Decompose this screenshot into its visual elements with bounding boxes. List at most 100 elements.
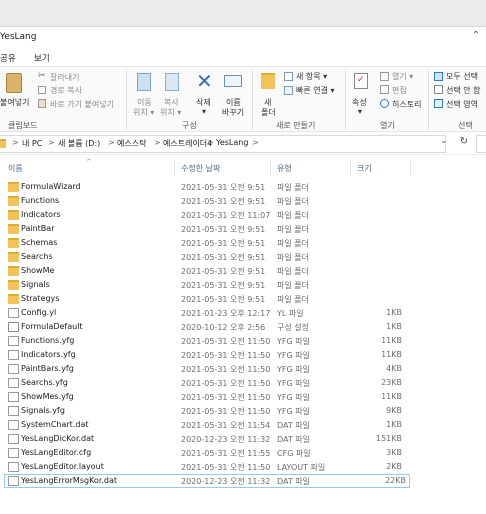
delete-dropdown[interactable]: ▾: [202, 107, 206, 116]
breadcrumb-separator: >: [12, 138, 19, 147]
new-item-button[interactable]: 새 항목 ▾: [296, 71, 327, 82]
paste-icon[interactable]: [6, 73, 22, 93]
column-divider[interactable]: [270, 161, 271, 175]
table-row[interactable]: YesLangDicKor.dat 2020-12-23 오전 11:32 DAT …: [0, 432, 410, 446]
refresh-icon[interactable]: ↻: [456, 136, 472, 152]
file-name: Strategys: [21, 294, 60, 303]
file-date: 2021-05-31 오전 9:51: [181, 225, 266, 234]
table-row[interactable]: PaintBars.yfg 2021-05-31 오전 11:50 YFG 파일 4K…: [0, 362, 410, 376]
table-row[interactable]: Strategys 2021-05-31 오전 9:51 파일 폴더: [0, 292, 410, 306]
new-folder-label-2[interactable]: 폴더: [261, 107, 276, 118]
column-name[interactable]: 이름: [8, 163, 23, 174]
menu-view[interactable]: 보기: [34, 52, 50, 64]
edit-button[interactable]: 편집: [392, 85, 407, 96]
edit-icon[interactable]: [380, 85, 389, 94]
select-all-icon[interactable]: [434, 72, 443, 81]
table-row[interactable]: YesLangEditor.cfg 2021-05-31 오전 11:55 CFG …: [0, 446, 410, 460]
select-none-button[interactable]: 선택 안 함: [446, 85, 481, 96]
rename-label-2[interactable]: 바꾸기: [222, 107, 244, 118]
table-row[interactable]: Functions 2021-05-31 오전 9:51 파일 폴더: [0, 194, 410, 208]
select-all-button[interactable]: 모두 선택: [446, 71, 478, 82]
breadcrumb-yestrader4[interactable]: 예스트레이더4: [163, 138, 212, 149]
invert-selection-button[interactable]: 선택 영역: [446, 99, 478, 110]
breadcrumb-separator: >: [252, 138, 259, 147]
file-icon: [8, 378, 19, 388]
new-folder-icon[interactable]: [261, 73, 275, 89]
table-row[interactable]: ShowMes.yfg 2021-05-31 오전 11:50 YFG 파일 11KB: [0, 390, 410, 404]
cut-icon[interactable]: ✂: [38, 71, 46, 81]
cut-button[interactable]: 잘라내기: [50, 72, 79, 83]
file-name: Functions: [21, 196, 60, 205]
table-row[interactable]: YesLangEditor.layout 2021-05-31 오전 11:50 L…: [0, 460, 410, 474]
breadcrumb-separator: >: [48, 138, 55, 147]
table-row[interactable]: PaintBar 2021-05-31 오전 9:51 파일 폴더: [0, 222, 410, 236]
open-button[interactable]: 열기 ▾: [392, 71, 413, 82]
column-date[interactable]: 수정한 날짜: [181, 163, 220, 174]
copy-to-icon[interactable]: [165, 73, 179, 91]
properties-dropdown[interactable]: ▾: [358, 107, 362, 116]
file-name: YesLangDicKor.dat: [21, 434, 95, 443]
open-icon[interactable]: [380, 72, 389, 81]
file-name: FormulaDefault: [21, 322, 83, 331]
move-to-icon[interactable]: [137, 73, 151, 91]
address-bar[interactable]: > 내 PC > 새 볼륨 (D:) > 예스스탁 > 예스트레이더4 > Ye…: [0, 133, 486, 155]
column-size[interactable]: 크기: [357, 163, 372, 174]
column-type[interactable]: 유형: [277, 163, 292, 174]
file-icon: [8, 392, 19, 402]
file-size: 151KB: [375, 434, 402, 443]
ribbon-divider: [428, 70, 429, 130]
easy-access-button[interactable]: 빠른 연결 ▾: [296, 85, 335, 96]
invert-selection-icon[interactable]: [434, 99, 443, 108]
file-date: 2021-05-31 오전 11:50: [181, 351, 271, 360]
table-row[interactable]: Functions.yfg 2021-05-31 오전 11:50 YFG 파일 11…: [0, 334, 410, 348]
history-icon[interactable]: [380, 99, 389, 108]
column-divider[interactable]: [350, 161, 351, 175]
column-divider[interactable]: [410, 161, 411, 175]
easy-access-icon[interactable]: [284, 86, 293, 95]
breadcrumb-separator: >: [207, 138, 214, 147]
table-row[interactable]: Signals.yfg 2021-05-31 오전 11:50 YFG 파일 9KB: [0, 404, 410, 418]
paste-shortcut-button[interactable]: 바로 가기 붙여넣기: [50, 99, 114, 110]
move-to-label-2[interactable]: 위치 ▾: [133, 107, 154, 118]
table-row[interactable]: FormulaDefault 2020-10-12 오후 2:56 구성 설정 1KB: [0, 320, 410, 334]
paste-shortcut-icon[interactable]: [38, 99, 46, 108]
breadcrumb-yeslang[interactable]: YesLang: [216, 138, 248, 147]
chevron-down-icon[interactable]: ⌄: [440, 136, 448, 146]
paste-button[interactable]: 붙여넣기: [0, 97, 29, 108]
select-none-icon[interactable]: [434, 85, 443, 94]
table-row[interactable]: ShowMe 2021-05-31 오전 9:51 파일 폴더: [0, 264, 410, 278]
file-size: 4KB: [386, 364, 402, 373]
new-item-icon[interactable]: [284, 72, 293, 81]
copy-path-button[interactable]: 경로 복사: [50, 85, 82, 96]
copy-to-label-2[interactable]: 위치 ▾: [160, 107, 181, 118]
file-name: PaintBars.yfg: [21, 364, 74, 373]
table-row[interactable]: Config.yl 2021-01-23 오후 12:17 YL 파일 1KB: [0, 306, 410, 320]
menu-share[interactable]: 공유: [0, 52, 16, 64]
breadcrumb-volume-d[interactable]: 새 볼륨 (D:): [58, 138, 100, 149]
table-row[interactable]: Searchs.yfg 2021-05-31 오전 11:50 YFG 파일 23KB: [0, 376, 410, 390]
file-type: 파일 폴더: [277, 197, 309, 206]
config-file-icon: [8, 322, 19, 332]
table-row[interactable]: Indicators 2021-05-31 오전 11:07 파일 폴더: [0, 208, 410, 222]
table-row[interactable]: SystemChart.dat 2021-05-31 오전 11:54 DAT 파일…: [0, 418, 410, 432]
table-row[interactable]: YesLangErrorMsgKor.dat 2020-12-23 오전 11:3…: [4, 474, 410, 488]
history-button[interactable]: 히스토리: [392, 99, 421, 110]
rename-icon[interactable]: [224, 75, 242, 87]
table-row[interactable]: Schemas 2021-05-31 오전 9:51 파일 폴더: [0, 236, 410, 250]
chevron-up-icon[interactable]: ⌃: [472, 30, 480, 41]
search-input[interactable]: [476, 135, 486, 153]
breadcrumb-yesstock[interactable]: 예스스탁: [117, 138, 146, 149]
table-row[interactable]: Indicators.yfg 2021-05-31 오전 11:50 YFG 파일 1…: [0, 348, 410, 362]
column-divider[interactable]: [174, 161, 175, 175]
table-row[interactable]: Searchs 2021-05-31 오전 9:51 파일 폴더: [0, 250, 410, 264]
properties-icon[interactable]: ✓: [354, 73, 368, 89]
table-row[interactable]: FormulaWizard 2021-05-31 오전 9:51 파일 폴더: [0, 180, 410, 194]
column-header: ^ 이름 수정한 날짜 유형 크기: [0, 158, 486, 178]
breadcrumb-this-pc[interactable]: 내 PC: [22, 138, 42, 149]
file-date: 2021-05-31 오전 11:54: [181, 421, 271, 430]
copy-path-icon[interactable]: [38, 86, 46, 94]
delete-icon[interactable]: ✕: [196, 71, 213, 91]
file-date: 2021-01-23 오후 12:17: [181, 309, 271, 318]
table-row[interactable]: Signals 2021-05-31 오전 9:51 파일 폴더: [0, 278, 410, 292]
file-date: 2021-05-31 오전 11:50: [181, 337, 271, 346]
